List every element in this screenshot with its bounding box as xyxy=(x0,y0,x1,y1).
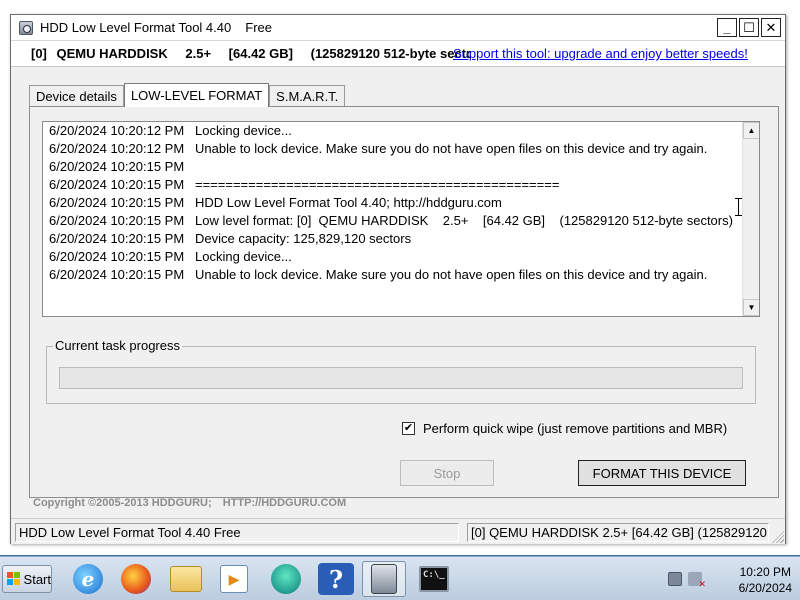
file-explorer-icon xyxy=(170,566,202,592)
log-timestamp: 6/20/2024 10:20:12 PM xyxy=(49,141,185,156)
copyright-url: HTTP://HDDGURU.COM xyxy=(222,497,347,509)
status-device: [0] QEMU HARDDISK 2.5+ [64.42 GB] (12582… xyxy=(467,523,769,542)
log-line: 6/20/2024 10:20:15 PM Unable to lock devi… xyxy=(49,266,739,284)
log-timestamp: 6/20/2024 10:20:15 PM xyxy=(49,249,185,264)
progress-group: Current task progress xyxy=(46,338,756,404)
log-line: 6/20/2024 10:20:15 PM Low level format: [… xyxy=(49,212,739,230)
log-line: 6/20/2024 10:20:15 PM Device capacity: 12… xyxy=(49,230,739,248)
window-title: HDD Low Level Format Tool 4.40 xyxy=(40,20,232,35)
format-device-button[interactable]: FORMAT THIS DEVICE xyxy=(578,460,746,486)
maximize-button[interactable]: ☐ xyxy=(739,18,759,37)
log-line: 6/20/2024 10:20:15 PM xyxy=(49,158,739,176)
media-player-icon: ▶ xyxy=(220,565,248,593)
taskbar-hdd-tool[interactable] xyxy=(362,561,406,597)
log-message: ========================================… xyxy=(195,177,560,192)
minimize-button[interactable]: _ xyxy=(717,18,737,37)
log-scrollbar[interactable]: ▲ ▼ xyxy=(742,122,759,316)
status-app: HDD Low Level Format Tool 4.40 Free xyxy=(15,523,459,542)
window-controls: _ ☐ ✕ xyxy=(717,18,781,37)
close-button[interactable]: ✕ xyxy=(761,18,781,37)
device-sectors: (125829120 512-byte sectors) xyxy=(310,46,471,61)
tab-strip: Device details LOW-LEVEL FORMAT S.M.A.R.… xyxy=(29,83,346,107)
quick-wipe-option[interactable]: ✔ Perform quick wipe (just remove partit… xyxy=(402,421,727,436)
clock[interactable]: 10:20 PM 6/20/2024 xyxy=(739,564,792,596)
progress-bar xyxy=(59,367,743,389)
stop-button[interactable]: Stop xyxy=(400,460,494,486)
copyright: Copyright ©2005-2013 HDDGURU; HTTP://HDD… xyxy=(33,497,346,509)
device-info-bar: [0] QEMU HARDDISK 2.5+ [64.42 GB] (12582… xyxy=(11,41,785,67)
taskbar-file-explorer[interactable] xyxy=(164,561,208,597)
log-line: 6/20/2024 10:20:15 PM HDD Low Level Forma… xyxy=(49,194,739,212)
taskbar-firefox[interactable] xyxy=(114,561,158,597)
taskbar-command-prompt[interactable]: C:\_ xyxy=(412,561,456,597)
tab-smart[interactable]: S.M.A.R.T. xyxy=(269,85,346,107)
log-message: Device capacity: 125,829,120 sectors xyxy=(195,231,412,246)
status-bar: HDD Low Level Format Tool 4.40 Free [0] … xyxy=(11,518,785,544)
taskbar-internet-explorer[interactable]: e xyxy=(66,561,110,597)
log-message: Locking device... xyxy=(195,249,292,264)
log-timestamp: 6/20/2024 10:20:12 PM xyxy=(49,123,185,138)
volume-muted-icon[interactable] xyxy=(688,572,706,590)
log-message: Low level format: [0] QEMU HARDDISK 2.5+… xyxy=(195,213,733,228)
tab-device-details[interactable]: Device details xyxy=(29,85,124,107)
scroll-up-icon[interactable]: ▲ xyxy=(743,122,759,139)
log-line: 6/20/2024 10:20:12 PM Unable to lock devi… xyxy=(49,140,739,158)
window-edition: Free xyxy=(245,20,272,35)
log-message: Unable to lock device. Make sure you do … xyxy=(195,141,708,156)
internet-explorer-icon: e xyxy=(73,564,103,594)
network-icon[interactable] xyxy=(668,572,682,586)
start-label: Start xyxy=(23,571,51,587)
log-timestamp: 6/20/2024 10:20:15 PM xyxy=(49,159,185,174)
scroll-down-icon[interactable]: ▼ xyxy=(743,299,759,316)
log-message: Unable to lock device. Make sure you do … xyxy=(195,267,708,282)
taskbar-media-player[interactable]: ▶ xyxy=(212,561,256,597)
clock-time: 10:20 PM xyxy=(739,565,791,579)
firefox-icon xyxy=(121,564,151,594)
copyright-text: Copyright ©2005-2013 HDDGURU; xyxy=(33,497,212,509)
help-icon: ? xyxy=(318,563,354,595)
tab-low-level-format[interactable]: LOW-LEVEL FORMAT xyxy=(123,83,270,107)
log-box[interactable]: 6/20/2024 10:20:12 PM Locking device... 6/… xyxy=(42,121,760,317)
log-timestamp: 6/20/2024 10:20:15 PM xyxy=(49,177,185,192)
taskbar-edge[interactable] xyxy=(264,561,308,597)
title-bar[interactable]: HDD Low Level Format Tool 4.40 Free _ ☐ … xyxy=(11,15,785,41)
support-link[interactable]: Support this tool: upgrade and enjoy bet… xyxy=(453,46,748,61)
device-index: [0] xyxy=(31,46,47,61)
quick-wipe-checkbox[interactable]: ✔ xyxy=(402,422,415,435)
edge-icon xyxy=(271,564,301,594)
hdd-tool-icon xyxy=(371,564,397,594)
log-lines: 6/20/2024 10:20:12 PM Locking device... 6/… xyxy=(49,122,739,284)
quick-wipe-label: Perform quick wipe (just remove partitio… xyxy=(423,421,728,436)
device-info: [0] QEMU HARDDISK 2.5+ [64.42 GB] (12582… xyxy=(31,46,471,61)
device-firmware: 2.5+ xyxy=(185,46,212,61)
log-line: 6/20/2024 10:20:15 PM ===================… xyxy=(49,176,739,194)
log-message: Locking device... xyxy=(195,123,292,138)
log-message: HDD Low Level Format Tool 4.40; http://h… xyxy=(195,195,502,210)
windows-logo-icon xyxy=(7,572,21,586)
device-model: QEMU HARDDISK xyxy=(56,46,168,61)
command-prompt-icon: C:\_ xyxy=(419,566,449,592)
low-level-format-panel: 6/20/2024 10:20:12 PM Locking device... 6/… xyxy=(29,106,779,498)
log-line: 6/20/2024 10:20:12 PM Locking device... xyxy=(49,122,739,140)
app-window: HDD Low Level Format Tool 4.40 Free _ ☐ … xyxy=(10,14,786,544)
start-button[interactable]: Start xyxy=(2,565,52,593)
log-line: 6/20/2024 10:20:15 PM Locking device... xyxy=(49,248,739,266)
progress-label: Current task progress xyxy=(53,338,182,353)
resize-grip-icon[interactable] xyxy=(772,531,784,543)
log-timestamp: 6/20/2024 10:20:15 PM xyxy=(49,267,185,282)
clock-date: 6/20/2024 xyxy=(738,581,792,595)
log-timestamp: 6/20/2024 10:20:15 PM xyxy=(49,231,185,246)
device-size: [64.42 GB] xyxy=(228,46,293,61)
log-timestamp: 6/20/2024 10:20:15 PM xyxy=(49,195,185,210)
taskbar: Start e ▶ ? C:\_ 10:20 PM 6/20/2024 xyxy=(0,556,800,600)
log-timestamp: 6/20/2024 10:20:15 PM xyxy=(49,213,185,228)
system-tray: 10:20 PM 6/20/2024 xyxy=(662,561,798,597)
app-icon xyxy=(19,20,33,35)
taskbar-help[interactable]: ? xyxy=(314,561,358,597)
